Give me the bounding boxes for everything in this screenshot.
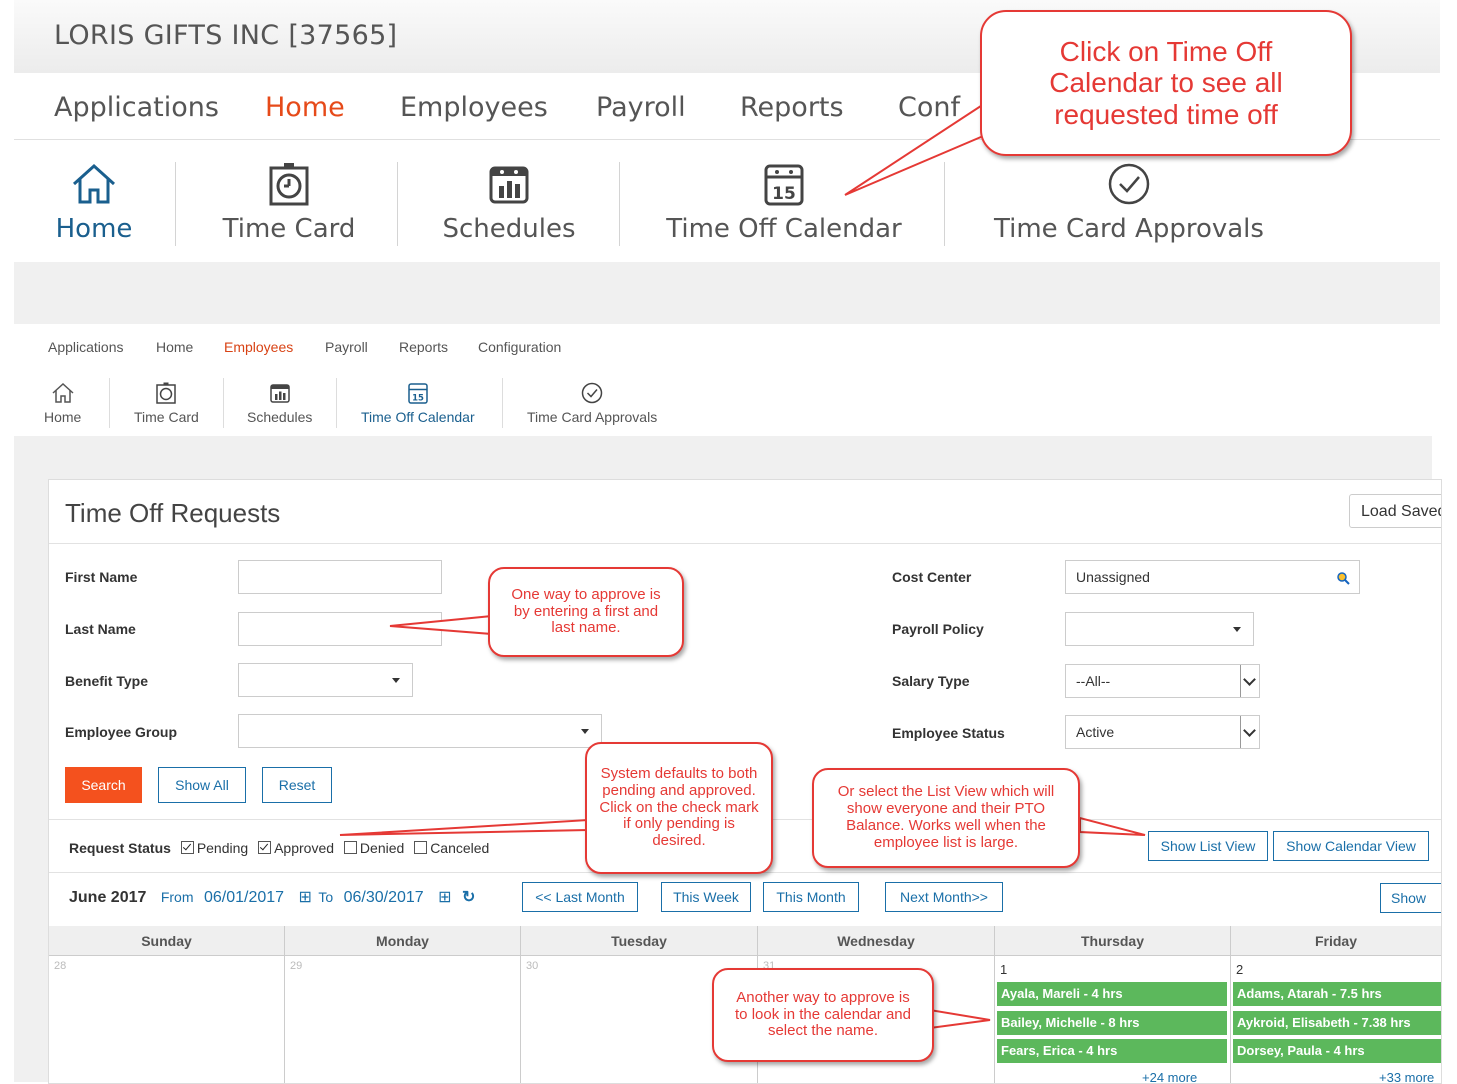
callout-name-entry: One way to approve is by entering a firs… (488, 567, 684, 657)
callout-request-status: System defaults to both pending and appr… (585, 742, 773, 874)
callout-time-off-calendar: Click on Time Off Calendar to see all re… (980, 10, 1352, 156)
callout-calendar: Another way to approve is to look in the… (712, 968, 934, 1062)
callout-list-view: Or select the List View which will show … (812, 768, 1080, 868)
callout-pointers (339, 98, 1146, 1030)
